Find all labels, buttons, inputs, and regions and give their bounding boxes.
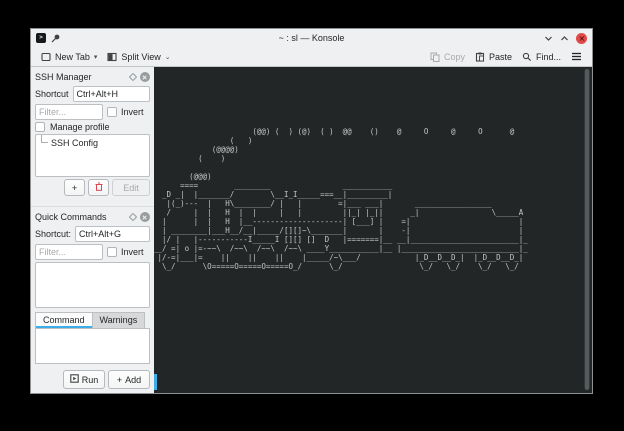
manage-profile-checkbox[interactable] <box>35 122 45 132</box>
qc-shortcut-label: Shortcut: <box>35 229 71 239</box>
ssh-delete-button[interactable] <box>88 179 109 196</box>
terminal-scrollbar-handle[interactable] <box>585 69 589 390</box>
qc-invert-label: Invert <box>121 247 144 257</box>
run-icon <box>70 374 79 385</box>
konsole-window: > ~ : sl — Konsole <box>30 28 593 394</box>
float-panel-icon[interactable] <box>129 213 137 221</box>
new-tab-button[interactable]: New Tab ▾ <box>38 50 100 64</box>
trash-icon <box>95 182 103 193</box>
ssh-filter-input[interactable] <box>35 104 103 120</box>
quick-commands-panel: Quick Commands Shortcut: Invert <box>31 206 154 393</box>
qc-shortcut-input[interactable] <box>75 226 150 242</box>
terminal-view[interactable]: (@@) ( ) (@) ( ) @@ () @ O @ O @ ( ) (@@… <box>154 67 592 393</box>
hamburger-menu-button[interactable] <box>568 50 585 63</box>
paste-button[interactable]: Paste <box>472 50 515 64</box>
copy-icon <box>430 52 440 62</box>
split-view-label: Split View <box>121 52 160 62</box>
copy-button[interactable]: Copy <box>427 50 468 64</box>
qc-run-button[interactable]: Run <box>63 370 105 389</box>
close-panel-icon[interactable] <box>140 72 150 82</box>
ssh-manager-panel: SSH Manager Shortcut Invert <box>31 67 154 206</box>
splitter-accent-bar[interactable] <box>154 374 157 390</box>
close-button[interactable] <box>576 33 587 44</box>
ssh-invert-label: Invert <box>121 107 144 117</box>
search-icon <box>522 52 532 62</box>
tree-branch-icon <box>41 135 48 143</box>
window-title: ~ : sl — Konsole <box>31 33 592 43</box>
minimize-button[interactable] <box>544 34 553 43</box>
ssh-shortcut-label: Shortcut <box>35 89 69 99</box>
new-tab-icon <box>41 52 51 62</box>
qc-add-button[interactable]: + Add <box>108 370 150 389</box>
ssh-add-button[interactable]: + <box>64 179 85 196</box>
ssh-edit-button[interactable]: Edit <box>112 179 150 196</box>
toolbar: New Tab ▾ Split View ⌄ Copy <box>31 47 592 67</box>
tab-command[interactable]: Command <box>35 312 93 328</box>
find-button[interactable]: Find... <box>519 50 564 64</box>
qc-command-list[interactable] <box>35 262 150 308</box>
new-tab-caret-icon: ▾ <box>94 53 98 61</box>
float-panel-icon[interactable] <box>129 73 137 81</box>
new-tab-label: New Tab <box>55 52 90 62</box>
split-view-chevron-icon: ⌄ <box>165 53 171 61</box>
manage-profile-label: Manage profile <box>50 122 110 132</box>
copy-label: Copy <box>444 52 465 62</box>
qc-invert-checkbox[interactable] <box>107 247 117 257</box>
sl-ascii-art: (@@) ( ) (@) ( ) @@ () @ O @ O @ ( ) (@@… <box>154 127 537 271</box>
close-panel-icon[interactable] <box>140 212 150 222</box>
paste-icon <box>475 52 485 62</box>
qc-command-editor[interactable] <box>35 328 150 364</box>
ssh-manager-title: SSH Manager <box>35 72 92 82</box>
terminal-scrollbar[interactable] <box>584 69 590 390</box>
quick-commands-title: Quick Commands <box>35 212 107 222</box>
maximize-button[interactable] <box>560 34 569 43</box>
screenshot-background: > ~ : sl — Konsole <box>0 0 624 431</box>
split-view-button[interactable]: Split View ⌄ <box>104 50 173 64</box>
split-view-icon <box>107 52 117 62</box>
find-label: Find... <box>536 52 561 62</box>
ssh-shortcut-input[interactable] <box>73 86 150 102</box>
qc-filter-input[interactable] <box>35 244 103 260</box>
ssh-config-list[interactable]: SSH Config <box>35 134 150 177</box>
list-item-ssh-config[interactable]: SSH Config <box>36 135 149 148</box>
ssh-invert-checkbox[interactable] <box>107 107 117 117</box>
plus-icon: + <box>117 375 122 385</box>
titlebar[interactable]: > ~ : sl — Konsole <box>31 29 592 47</box>
plugin-sidebar: SSH Manager Shortcut Invert <box>31 67 154 393</box>
paste-label: Paste <box>489 52 512 62</box>
hamburger-icon <box>571 52 582 61</box>
tab-warnings[interactable]: Warnings <box>93 312 146 328</box>
